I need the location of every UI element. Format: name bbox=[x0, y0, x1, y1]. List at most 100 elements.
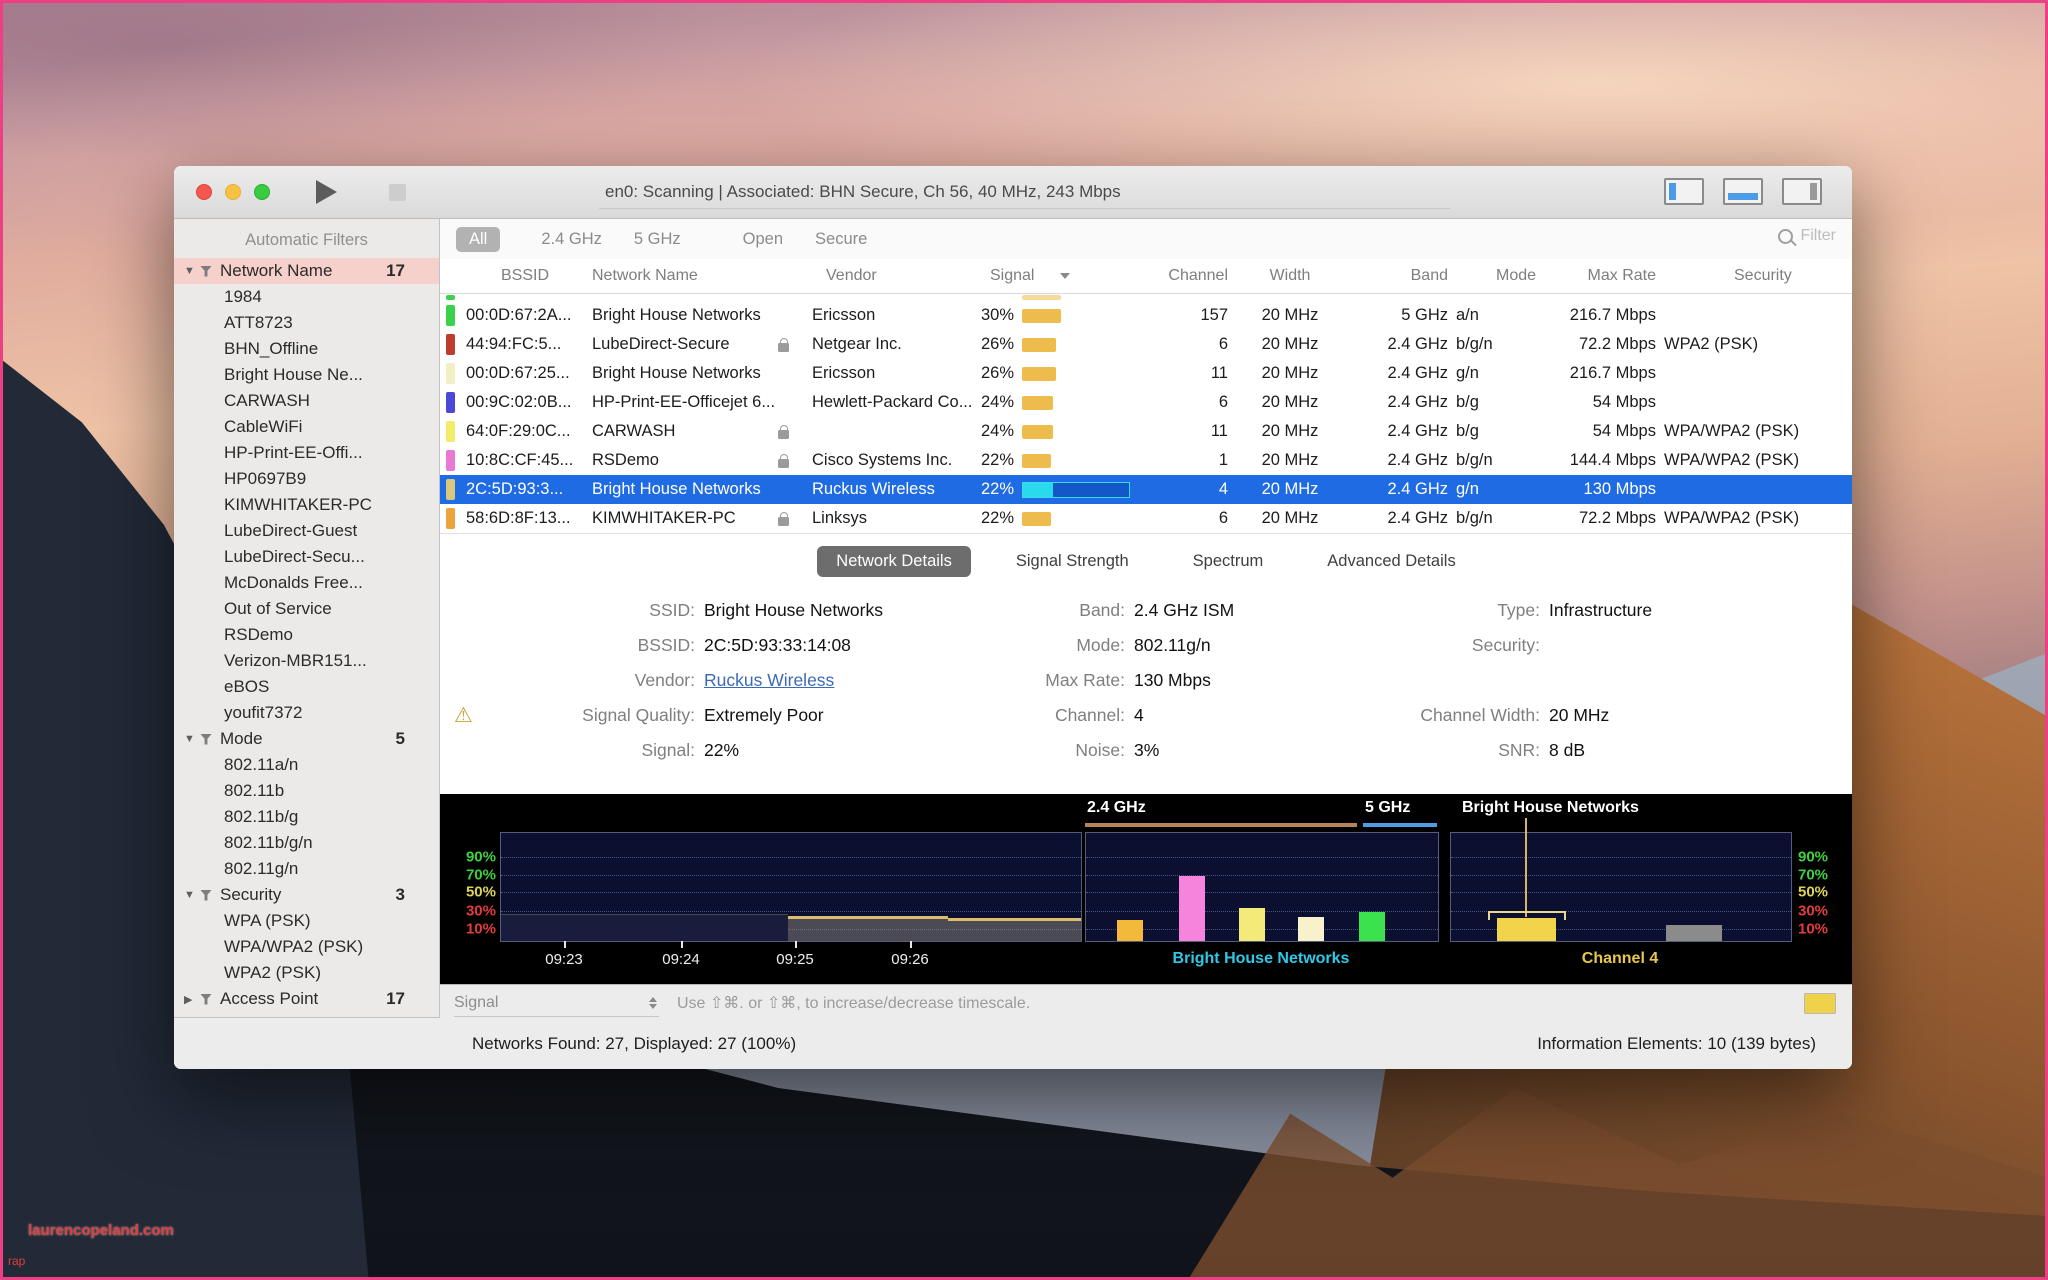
color-swatch-button[interactable] bbox=[1804, 993, 1836, 1014]
toggle-sidebar-icon[interactable] bbox=[1664, 178, 1704, 205]
ssid-value: Bright House Networks bbox=[704, 600, 883, 621]
scope-5-ghz[interactable]: 5 GHz bbox=[621, 227, 694, 252]
signal-bar-track bbox=[1022, 482, 1130, 498]
sidebar-item-label: 802.11b/g/n bbox=[224, 833, 313, 853]
column-header-mode[interactable]: Mode bbox=[1456, 267, 1530, 285]
zoom-button[interactable] bbox=[254, 184, 270, 200]
sidebar-item-label: RSDemo bbox=[224, 625, 293, 645]
sidebar-item-carwash[interactable]: CARWASH bbox=[174, 388, 439, 414]
table-row-10-8c-cf-45[interactable]: 10:8C:CF:45...RSDemoCisco Systems Inc.22… bbox=[440, 446, 1852, 475]
network-name-cell: RSDemo bbox=[592, 451, 770, 470]
signal-bar bbox=[1022, 309, 1061, 323]
sidebar-item-wpa-psk[interactable]: WPA (PSK) bbox=[174, 908, 439, 934]
sidebar-item-lubedirect-guest[interactable]: LubeDirect-Guest bbox=[174, 518, 439, 544]
column-header-width[interactable]: Width bbox=[1236, 267, 1344, 285]
bssid-cell: 58:6D:8F:13... bbox=[466, 509, 584, 528]
tab-spectrum[interactable]: Spectrum bbox=[1174, 546, 1283, 577]
table-row-64-0f-29-0c[interactable]: 64:0F:29:0C...CARWASH24%1120 MHz2.4 GHzb… bbox=[440, 417, 1852, 446]
sidebar-item-hp-print-ee-offi[interactable]: HP-Print-EE-Offi... bbox=[174, 440, 439, 466]
width-cell: 20 MHz bbox=[1236, 422, 1344, 441]
table-row-2c-5d-93-3[interactable]: 2C:5D:93:3...Bright House NetworksRuckus… bbox=[440, 475, 1852, 504]
signal-bar-cell bbox=[1022, 482, 1152, 498]
table-row-00-0d-67-2a[interactable]: 00:0D:67:2A...Bright House NetworksErics… bbox=[440, 301, 1852, 330]
column-header-signal[interactable]: Signal bbox=[970, 267, 1152, 285]
tab-network-details[interactable]: Network Details bbox=[817, 546, 971, 577]
channel-bar bbox=[1497, 918, 1556, 941]
sidebar-item-802-11g-n[interactable]: 802.11g/n bbox=[174, 856, 439, 882]
signal-percent-cell: 24% bbox=[970, 422, 1014, 441]
sidebar-item-1984[interactable]: 1984 bbox=[174, 284, 439, 310]
channel-detail-y-axis: 90%70%50%30%10% bbox=[1798, 833, 1846, 941]
sidebar-item-rsdemo[interactable]: RSDemo bbox=[174, 622, 439, 648]
sidebar-item-cablewifi[interactable]: CableWiFi bbox=[174, 414, 439, 440]
network-name-cell: LubeDirect-Secure bbox=[592, 335, 770, 354]
sidebar-item-lubedirect-secu[interactable]: LubeDirect-Secu... bbox=[174, 544, 439, 570]
sidebar-item-youfit7372[interactable]: youfit7372 bbox=[174, 700, 439, 726]
column-header-channel[interactable]: Channel bbox=[1160, 267, 1228, 285]
sidebar-item-verizon-mbr151[interactable]: Verizon-MBR151... bbox=[174, 648, 439, 674]
sidebar-item-802-11b-g-n[interactable]: 802.11b/g/n bbox=[174, 830, 439, 856]
max-rate-cell: 144.4 Mbps bbox=[1538, 451, 1656, 470]
column-header-bssid[interactable]: BSSID bbox=[466, 267, 584, 285]
scope-secure[interactable]: Secure bbox=[802, 227, 880, 252]
tab-signal-strength[interactable]: Signal Strength bbox=[997, 546, 1148, 577]
sidebar-item-label: WPA (PSK) bbox=[224, 911, 311, 931]
network-name-cell: Bright House Networks bbox=[592, 364, 770, 383]
disclosure-triangle-icon[interactable]: ▶ bbox=[184, 993, 200, 1006]
sidebar-item-out-of-service[interactable]: Out of Service bbox=[174, 596, 439, 622]
sidebar-item-att8723[interactable]: ATT8723 bbox=[174, 310, 439, 336]
metric-selector[interactable]: Signal bbox=[454, 990, 659, 1017]
start-scan-icon[interactable] bbox=[316, 180, 337, 204]
sidebar-item-bright-house-ne[interactable]: Bright House Ne... bbox=[174, 362, 439, 388]
bssid-cell: 00:9C:02:0B... bbox=[466, 393, 584, 412]
close-button[interactable] bbox=[196, 184, 212, 200]
channel-cell: 4 bbox=[1160, 480, 1228, 499]
disclosure-triangle-icon[interactable]: ▼ bbox=[184, 733, 200, 745]
table-row-00-9c-02-0b[interactable]: 00:9C:02:0B...HP-Print-EE-Officejet 6...… bbox=[440, 388, 1852, 417]
column-header-max-rate[interactable]: Max Rate bbox=[1538, 267, 1656, 285]
scope-all[interactable]: All bbox=[456, 227, 500, 252]
vendor-link[interactable]: Ruckus Wireless bbox=[704, 670, 834, 691]
filter-search-field[interactable]: Filter bbox=[1778, 227, 1836, 245]
scope-2-4-ghz[interactable]: 2.4 GHz bbox=[528, 227, 615, 252]
table-row-00-0d-67-25[interactable]: 00:0D:67:25...Bright House NetworksErics… bbox=[440, 359, 1852, 388]
sidebar-group-mode[interactable]: ▼Mode5 bbox=[174, 726, 439, 752]
sidebar-group-access-point[interactable]: ▶Access Point17 bbox=[174, 986, 439, 1012]
sidebar-item-bhn-offline[interactable]: BHN_Offline bbox=[174, 336, 439, 362]
scope-open[interactable]: Open bbox=[730, 227, 796, 252]
metric-selector-value: Signal bbox=[454, 994, 498, 1012]
sidebar-group-count: 17 bbox=[386, 261, 405, 281]
sidebar-item-802-11b[interactable]: 802.11b bbox=[174, 778, 439, 804]
table-row-44-94-fc-5[interactable]: 44:94:FC:5...LubeDirect-SecureNetgear In… bbox=[440, 330, 1852, 359]
disclosure-triangle-icon[interactable]: ▼ bbox=[184, 265, 200, 277]
column-header-security[interactable]: Security bbox=[1664, 267, 1834, 285]
sidebar-item-hp0697b9[interactable]: HP0697B9 bbox=[174, 466, 439, 492]
column-header-vendor[interactable]: Vendor bbox=[812, 267, 962, 285]
sidebar-group-network-name[interactable]: ▼Network Name17 bbox=[174, 258, 439, 284]
sidebar-item-802-11a-n[interactable]: 802.11a/n bbox=[174, 752, 439, 778]
sidebar-group-security[interactable]: ▼Security3 bbox=[174, 882, 439, 908]
sidebar-item-label: WPA/WPA2 (PSK) bbox=[224, 937, 363, 957]
sidebar-item-wpa2-psk[interactable]: WPA2 (PSK) bbox=[174, 960, 439, 986]
column-header-band[interactable]: Band bbox=[1352, 267, 1448, 285]
sidebar-item-wpa-wpa2-psk[interactable]: WPA/WPA2 (PSK) bbox=[174, 934, 439, 960]
signal-bar-cell bbox=[1022, 512, 1152, 526]
sidebar-item-mcdonalds-free[interactable]: McDonalds Free... bbox=[174, 570, 439, 596]
minimize-button[interactable] bbox=[225, 184, 241, 200]
signal-percent-cell: 26% bbox=[970, 364, 1014, 383]
channel-width-label: Channel Width: bbox=[1355, 705, 1549, 726]
mode-cell: g/n bbox=[1456, 364, 1530, 383]
spectrum-bar bbox=[1239, 908, 1265, 941]
vendor-cell: Ruckus Wireless bbox=[812, 480, 962, 499]
sidebar-item-kimwhitaker-pc[interactable]: KIMWHITAKER-PC bbox=[174, 492, 439, 518]
disclosure-triangle-icon[interactable]: ▼ bbox=[184, 889, 200, 901]
column-header-network-name[interactable]: Network Name bbox=[592, 267, 770, 285]
table-row-58-6d-8f-13[interactable]: 58:6D:8F:13...KIMWHITAKER-PCLinksys22%62… bbox=[440, 504, 1852, 533]
stop-scan-icon[interactable] bbox=[389, 184, 406, 201]
table-body: 00:0D:67:2A...Bright House NetworksErics… bbox=[440, 294, 1852, 533]
toggle-bottom-pane-icon[interactable] bbox=[1723, 178, 1763, 205]
sidebar-item-802-11b-g[interactable]: 802.11b/g bbox=[174, 804, 439, 830]
sidebar-item-ebos[interactable]: eBOS bbox=[174, 674, 439, 700]
toggle-right-pane-icon[interactable] bbox=[1782, 178, 1822, 205]
tab-advanced-details[interactable]: Advanced Details bbox=[1308, 546, 1474, 577]
